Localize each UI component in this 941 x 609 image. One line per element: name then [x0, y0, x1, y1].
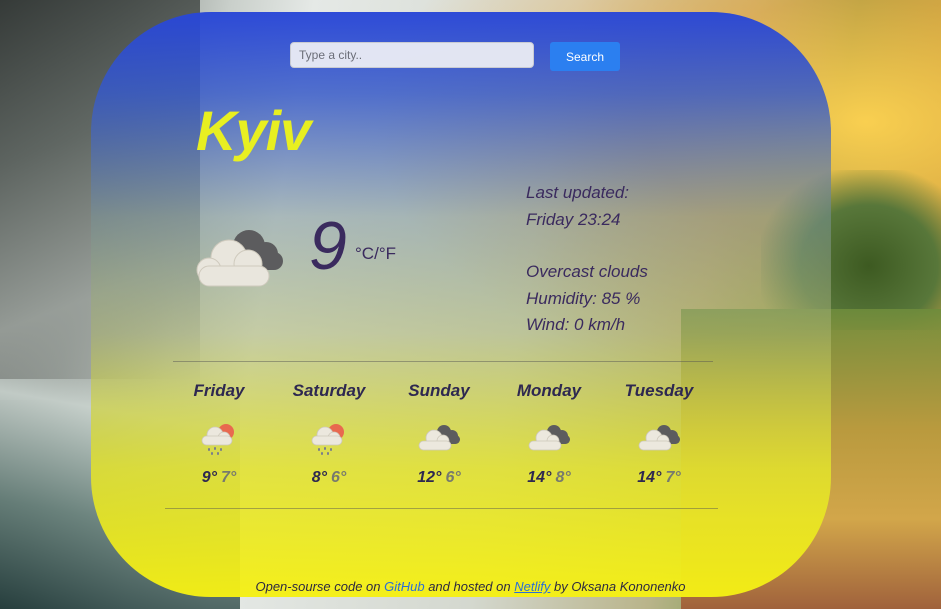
current-temperature: 9: [309, 208, 347, 284]
forecast-day: Sunday 12° 6°: [384, 378, 494, 487]
forecast-day: Monday 14° 8°: [494, 378, 604, 487]
netlify-link[interactable]: Netlify: [514, 579, 550, 594]
cloudy-icon: [418, 425, 460, 451]
forecast-max: 8°: [311, 469, 327, 486]
search-button[interactable]: Search: [550, 42, 620, 71]
forecast-day: Tuesday 14° 7°: [604, 378, 714, 487]
city-search-input[interactable]: [290, 42, 534, 68]
fahrenheit-link[interactable]: °F: [379, 244, 396, 263]
forecast-day-name: Monday: [516, 381, 582, 400]
last-updated-value: Friday 23:24: [526, 209, 621, 229]
divider: [173, 361, 713, 362]
footer-middle: and hosted on: [424, 579, 515, 594]
forecast-temps: 14° 7°: [604, 469, 714, 487]
weather-description: Overcast clouds: [526, 262, 648, 281]
cloudy-icon: [196, 230, 283, 287]
forecast-day-name: Sunday: [408, 381, 470, 400]
cloudy-icon: [638, 425, 680, 451]
rain-sun-icon: [311, 424, 344, 455]
footer-suffix: by Oksana Kononenko: [550, 579, 686, 594]
footer: Open-sourse code on GitHub and hosted on…: [0, 579, 941, 594]
last-updated-label: Last updated:: [526, 183, 630, 202]
forecast-min: 8°: [555, 469, 571, 486]
forecast-min: 6°: [331, 469, 347, 486]
weather-card: Search Kyiv 9 °C/°F Last updated: Friday…: [91, 12, 831, 597]
forecast-day: Friday 9° 7°: [164, 378, 274, 487]
weather-details: Last updated: Friday 23:24 Overcast clou…: [526, 180, 648, 339]
divider: [165, 508, 718, 509]
rain-sun-icon: [201, 424, 234, 455]
forecast-min: 6°: [445, 469, 461, 486]
forecast-min: 7°: [665, 469, 681, 486]
forecast-day-name: Tuesday: [624, 381, 694, 400]
wind: Wind: 0 km/h: [526, 315, 626, 334]
humidity: Humidity: 85 %: [526, 288, 641, 308]
forecast-max: 14°: [637, 469, 662, 486]
github-link[interactable]: GitHub: [384, 579, 424, 594]
forecast-day-name: Friday: [193, 381, 245, 400]
forecast-temps: 14° 8°: [494, 469, 604, 487]
forecast-temps: 12° 6°: [384, 469, 494, 487]
celsius-link[interactable]: °C: [355, 244, 374, 263]
forecast-max: 14°: [527, 469, 552, 486]
forecast: Friday 9° 7° Saturday 8° 6° Sunday 12° 6…: [164, 378, 714, 487]
forecast-day-name: Saturday: [292, 381, 366, 400]
forecast-day: Saturday 8° 6°: [274, 378, 384, 487]
unit-switcher: °C/°F: [355, 244, 396, 264]
cloudy-icon: [528, 425, 570, 451]
forecast-temps: 8° 6°: [274, 469, 384, 487]
forecast-temps: 9° 7°: [164, 469, 274, 487]
footer-prefix: Open-sourse code on: [255, 579, 385, 594]
forecast-max: 12°: [417, 469, 442, 486]
forecast-max: 9°: [201, 469, 217, 486]
city-name: Kyiv: [196, 99, 311, 162]
forecast-min: 7°: [221, 469, 237, 486]
